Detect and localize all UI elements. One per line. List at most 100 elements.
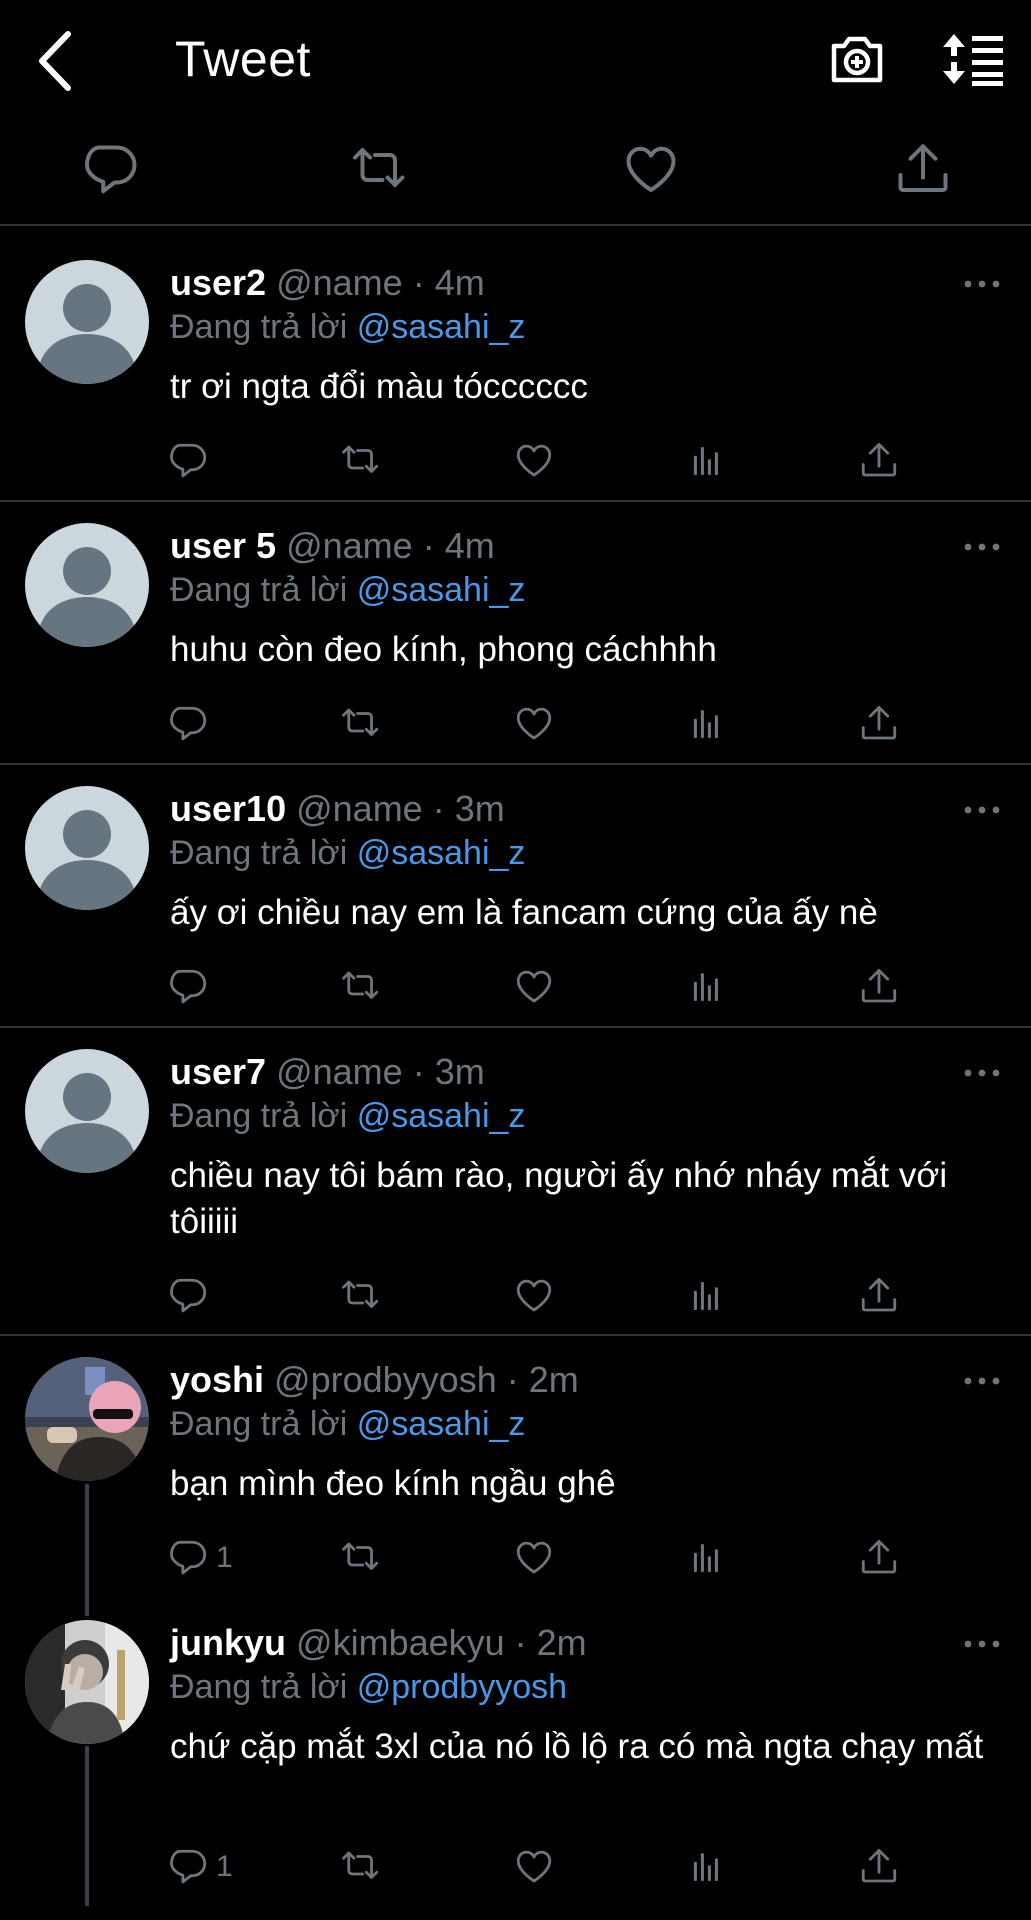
timestamp: · 2m <box>506 1359 579 1400</box>
more-options-icon[interactable] <box>962 1063 1002 1083</box>
display-name[interactable]: user 5 <box>170 525 276 566</box>
like-button[interactable] <box>513 701 555 747</box>
tweet-text: chiều nay tôi bám rào, người ấy nhớ nháy… <box>170 1156 948 1241</box>
avatar[interactable] <box>25 260 149 384</box>
reply-icon <box>170 1849 207 1884</box>
tweet-text: chứ cặp mắt 3xl của nó lồ lộ ra có mà ng… <box>170 1727 984 1766</box>
timestamp: · 2m <box>514 1622 587 1663</box>
reply-button[interactable] <box>168 1273 216 1319</box>
share-button[interactable] <box>858 1535 900 1581</box>
analytics-button[interactable] <box>686 1844 728 1890</box>
replying-to: Đang trả lời @sasahi_z <box>170 1097 526 1135</box>
avatar[interactable] <box>25 1357 149 1481</box>
reply-button[interactable] <box>168 964 216 1010</box>
analytics-button[interactable] <box>686 438 728 484</box>
analytics-button[interactable] <box>686 701 728 747</box>
user-handle[interactable]: @kimbaekyu <box>296 1622 505 1663</box>
back-arrow-icon[interactable] <box>30 28 80 94</box>
retweet-button[interactable] <box>340 964 382 1010</box>
like-button[interactable] <box>513 1844 555 1890</box>
share-button[interactable] <box>858 438 900 484</box>
display-name[interactable]: yoshi <box>170 1359 264 1400</box>
user-handle[interactable]: @name <box>286 525 413 566</box>
mention-link[interactable]: @sasahi_z <box>357 1097 526 1135</box>
avatar[interactable] <box>25 1620 149 1744</box>
timestamp: · 3m <box>412 1051 485 1092</box>
like-icon <box>516 970 552 1003</box>
share-button[interactable] <box>858 964 900 1010</box>
reply-icon <box>170 1540 207 1575</box>
analytics-button[interactable] <box>686 964 728 1010</box>
replying-to: Đang trả lời @sasahi_z <box>170 308 526 346</box>
reply-icon <box>170 969 207 1004</box>
mention-link[interactable]: @sasahi_z <box>357 1405 526 1443</box>
tweet-actions: 1 <box>0 1844 1031 1894</box>
user-handle[interactable]: @name <box>276 262 403 303</box>
user-handle[interactable]: @name <box>296 788 423 829</box>
reply-icon[interactable] <box>82 140 142 200</box>
share-icon <box>861 1848 897 1883</box>
more-options-icon[interactable] <box>962 800 1002 820</box>
avatar[interactable] <box>25 523 149 647</box>
divider <box>0 763 1031 765</box>
analytics-button[interactable] <box>686 1273 728 1319</box>
reply-button[interactable]: 1 <box>168 1844 233 1890</box>
display-name[interactable]: user7 <box>170 1051 266 1092</box>
analytics-button[interactable] <box>686 1535 728 1581</box>
like-icon[interactable] <box>621 140 681 200</box>
retweet-icon <box>342 1851 379 1879</box>
display-name[interactable]: user10 <box>170 788 286 829</box>
user-handle[interactable]: @name <box>276 1051 403 1092</box>
retweet-icon[interactable] <box>350 140 410 200</box>
main-tweet-actions <box>0 130 1031 222</box>
share-button[interactable] <box>858 1273 900 1319</box>
more-options-icon[interactable] <box>962 1371 1002 1391</box>
tweet-actions <box>0 701 1031 751</box>
like-button[interactable] <box>513 1535 555 1581</box>
user-handle[interactable]: @prodbyyosh <box>274 1359 497 1400</box>
retweet-button[interactable] <box>340 1535 382 1581</box>
display-name[interactable]: user2 <box>170 262 266 303</box>
like-button[interactable] <box>513 438 555 484</box>
replying-to: Đang trả lời @sasahi_z <box>170 1405 526 1443</box>
reply-icon <box>170 443 207 478</box>
share-icon <box>861 968 897 1003</box>
mention-link[interactable]: @sasahi_z <box>357 308 526 346</box>
reply-button[interactable] <box>168 701 216 747</box>
page-title: Tweet <box>175 31 311 87</box>
more-options-icon[interactable] <box>962 274 1002 294</box>
avatar[interactable] <box>25 1049 149 1173</box>
like-button[interactable] <box>513 964 555 1010</box>
share-icon[interactable] <box>893 140 953 200</box>
retweet-button[interactable] <box>340 438 382 484</box>
tweet-actions: 1 <box>0 1535 1031 1585</box>
like-button[interactable] <box>513 1273 555 1319</box>
retweet-button[interactable] <box>340 701 382 747</box>
replying-to: Đang trả lời @sasahi_z <box>170 571 526 609</box>
mention-link[interactable]: @sasahi_z <box>357 571 526 609</box>
share-button[interactable] <box>858 1844 900 1890</box>
mention-link[interactable]: @sasahi_z <box>357 834 526 872</box>
analytics-icon <box>693 1282 718 1310</box>
mention-link[interactable]: @prodbyyosh <box>357 1668 567 1706</box>
tweet-actions <box>0 438 1031 488</box>
timestamp: · 3m <box>432 788 505 829</box>
avatar[interactable] <box>25 786 149 910</box>
top-bar: Tweet <box>0 0 1031 120</box>
reply-button[interactable] <box>168 438 216 484</box>
divider <box>0 500 1031 502</box>
sort-replies-icon[interactable] <box>940 30 1006 88</box>
tweet-actions <box>0 1273 1031 1323</box>
camera-plus-icon[interactable] <box>828 30 886 88</box>
retweet-button[interactable] <box>340 1273 382 1319</box>
share-icon <box>861 705 897 740</box>
tweet-header: user2 @name · 4m <box>170 262 485 304</box>
more-options-icon[interactable] <box>962 537 1002 557</box>
reply-button[interactable]: 1 <box>168 1535 233 1581</box>
more-options-icon[interactable] <box>962 1634 1002 1654</box>
share-button[interactable] <box>858 701 900 747</box>
like-icon <box>516 1541 552 1574</box>
tweet-text: tr ơi ngta đổi màu tócccccc <box>170 367 588 406</box>
display-name[interactable]: junkyu <box>170 1622 286 1663</box>
retweet-button[interactable] <box>340 1844 382 1890</box>
